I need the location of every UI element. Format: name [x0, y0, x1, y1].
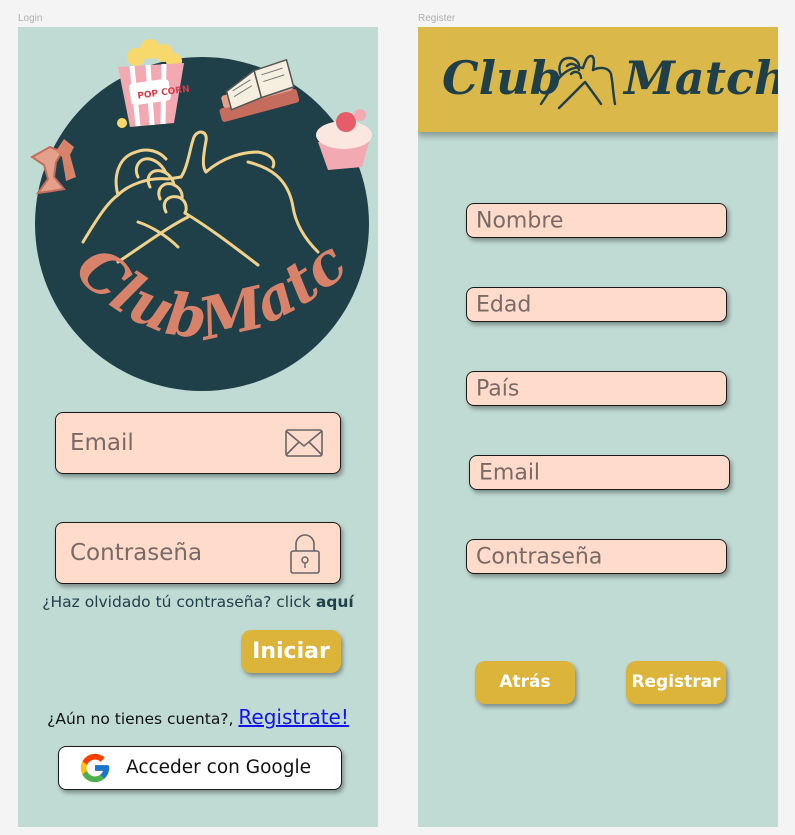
- forgot-password-link[interactable]: aquí: [316, 593, 354, 611]
- register-frame-label: Register: [418, 13, 456, 24]
- country-field[interactable]: País: [466, 371, 727, 406]
- name-field[interactable]: Nombre: [466, 203, 727, 238]
- pinky-promise-icon: [539, 54, 617, 110]
- country-placeholder: País: [476, 376, 520, 401]
- letter-i-decoration: [30, 139, 76, 195]
- register-password-field[interactable]: Contraseña: [466, 539, 727, 574]
- login-screen: ClubMatch POP CORN: [18, 27, 378, 827]
- register-header: Club Match: [418, 27, 778, 132]
- logo-text: ClubMatch: [18, 27, 359, 354]
- forgot-password-line: ¿Haz olvidado tú contraseña? click aquí: [18, 593, 378, 611]
- register-screen: Club Match Nombre Edad País Email Contra…: [418, 27, 778, 827]
- register-prompt: ¿Aún no tienes cuenta?, Registrate!: [18, 705, 378, 729]
- email-placeholder: Email: [70, 430, 134, 456]
- login-frame-label: Login: [18, 13, 43, 24]
- book-icon: [219, 58, 300, 122]
- google-signin-button[interactable]: Acceder con Google: [58, 746, 342, 790]
- forgot-password-text: ¿Haz olvidado tú contraseña? click: [42, 593, 316, 611]
- login-button[interactable]: Iniciar: [241, 630, 341, 673]
- age-field[interactable]: Edad: [466, 287, 727, 322]
- register-email-field[interactable]: Email: [469, 455, 730, 490]
- lock-icon: [290, 534, 320, 574]
- register-link[interactable]: Registrate!: [238, 705, 348, 729]
- name-placeholder: Nombre: [476, 208, 564, 233]
- password-field[interactable]: Contraseña: [55, 522, 341, 584]
- register-email-placeholder: Email: [479, 460, 541, 485]
- popcorn-icon: POP CORN: [117, 39, 190, 128]
- google-button-label: Acceder con Google: [126, 757, 311, 778]
- back-button[interactable]: Atrás: [475, 661, 575, 704]
- title-match: Match: [624, 51, 778, 105]
- cupcake-icon: [316, 109, 372, 170]
- google-icon: [80, 753, 110, 783]
- password-placeholder: Contraseña: [70, 540, 203, 566]
- logo-illustration: ClubMatch POP CORN: [18, 27, 372, 354]
- register-password-placeholder: Contraseña: [476, 544, 603, 569]
- mail-icon: [285, 429, 323, 457]
- register-button[interactable]: Registrar: [626, 661, 726, 704]
- age-placeholder: Edad: [476, 292, 532, 317]
- email-field[interactable]: Email: [55, 412, 341, 474]
- no-account-text: ¿Aún no tienes cuenta?,: [47, 710, 239, 728]
